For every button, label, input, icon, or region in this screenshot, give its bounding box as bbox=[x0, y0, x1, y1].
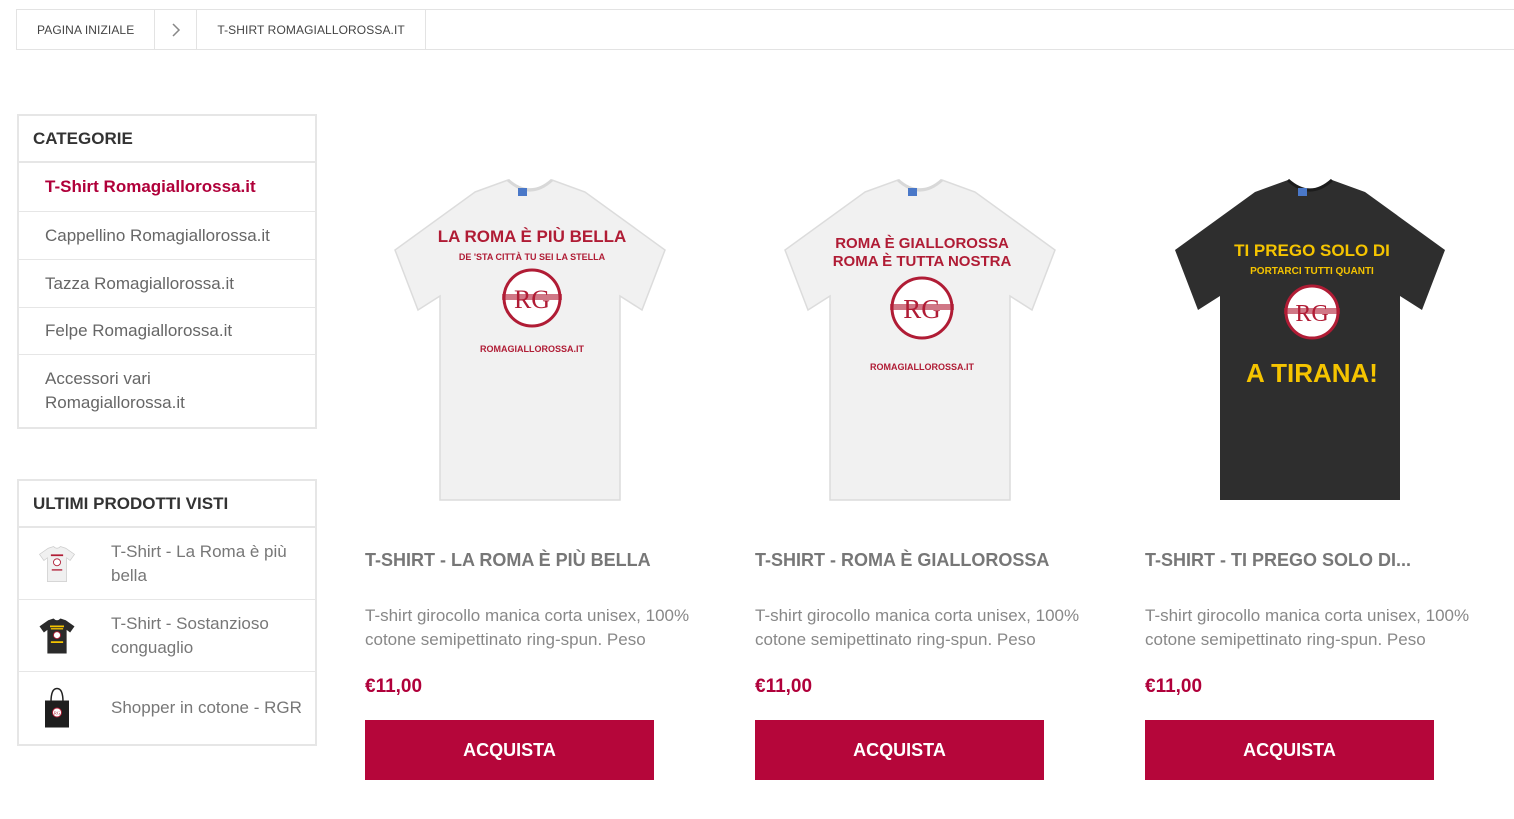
product-price: €11,00 bbox=[365, 676, 423, 697]
print-line1: ROMA È GIALLOROSSA bbox=[835, 235, 1009, 252]
product-title[interactable]: T-SHIRT - LA ROMA È PIÙ BELLA bbox=[365, 550, 651, 571]
product-image[interactable]: TI PREGO SOLO DI PORTARCI TUTTI QUANTI R… bbox=[1145, 160, 1505, 520]
print-line2: DE 'STA CITTÀ TU SEI LA STELLA bbox=[459, 252, 606, 262]
product-card: TI PREGO SOLO DI PORTARCI TUTTI QUANTI R… bbox=[1145, 160, 1505, 780]
svg-text:RG: RG bbox=[54, 710, 61, 715]
category-item-accessori[interactable]: Accessori vari Romagiallorossa.it bbox=[19, 355, 315, 427]
breadcrumb: PAGINA INIZIALE T-SHIRT ROMAGIALLOROSSA.… bbox=[16, 9, 1514, 50]
print-footer: ROMAGIALLOROSSA.IT bbox=[480, 344, 584, 354]
buy-button[interactable]: ACQUISTA bbox=[365, 720, 654, 780]
product-title[interactable]: T-SHIRT - ROMA È GIALLOROSSA bbox=[755, 550, 1049, 571]
print-line2: ROMA È TUTTA NOSTRA bbox=[833, 253, 1012, 270]
recent-products-title: ULTIMI PRODOTTI VISTI bbox=[19, 481, 315, 528]
print-footer: ROMAGIALLOROSSA.IT bbox=[870, 362, 974, 372]
product-description: T-shirt girocollo manica corta unisex, 1… bbox=[1145, 606, 1470, 649]
print-line2: PORTARCI TUTTI QUANTI bbox=[1250, 266, 1374, 277]
product-description: T-shirt girocollo manica corta unisex, 1… bbox=[365, 606, 690, 649]
breadcrumb-home-link[interactable]: PAGINA INIZIALE bbox=[17, 10, 156, 49]
product-image[interactable]: ROMA È GIALLOROSSA ROMA È TUTTA NOSTRA R… bbox=[755, 160, 1115, 520]
product-title[interactable]: T-SHIRT - TI PREGO SOLO DI... bbox=[1145, 550, 1411, 571]
buy-button[interactable]: ACQUISTA bbox=[755, 720, 1044, 780]
black-tshirt-thumbnail[interactable] bbox=[33, 606, 81, 666]
product-card: LA ROMA È PIÙ BELLA DE 'STA CITTÀ TU SEI… bbox=[365, 160, 725, 780]
recent-item-name[interactable]: Shopper in cotone - RGR bbox=[111, 696, 307, 720]
recent-item-name[interactable]: T-Shirt - Sostanzioso conguaglio bbox=[111, 612, 307, 660]
breadcrumb-current: T-SHIRT ROMAGIALLOROSSA.IT bbox=[197, 10, 426, 49]
buy-button[interactable]: ACQUISTA bbox=[1145, 720, 1434, 780]
product-price: €11,00 bbox=[755, 676, 813, 697]
print-footer: A TIRANA! bbox=[1246, 358, 1378, 388]
category-item-tazza[interactable]: Tazza Romagiallorossa.it bbox=[19, 260, 315, 308]
recent-products-box: ULTIMI PRODOTTI VISTI T-Shirt - La Roma … bbox=[17, 479, 317, 746]
category-item-felpe[interactable]: Felpe Romagiallorossa.it bbox=[19, 308, 315, 355]
black-shopper-bag-thumbnail[interactable]: RG bbox=[33, 678, 81, 738]
product-price: €11,00 bbox=[1145, 676, 1203, 697]
recent-item-name[interactable]: T-Shirt - La Roma è più bella bbox=[111, 540, 307, 588]
chevron-right-icon bbox=[155, 10, 198, 49]
recent-item[interactable]: T-Shirt - Sostanzioso conguaglio bbox=[19, 600, 315, 672]
category-item-tshirt[interactable]: T-Shirt Romagiallorossa.it bbox=[19, 163, 315, 212]
category-item-cappellino[interactable]: Cappellino Romagiallorossa.it bbox=[19, 212, 315, 260]
recent-item[interactable]: T-Shirt - La Roma è più bella bbox=[19, 528, 315, 600]
print-line1: LA ROMA È PIÙ BELLA bbox=[438, 227, 627, 246]
categories-box: CATEGORIE T-Shirt Romagiallorossa.it Cap… bbox=[17, 114, 317, 429]
categories-title: CATEGORIE bbox=[19, 116, 315, 163]
white-tshirt-thumbnail[interactable] bbox=[33, 534, 81, 594]
product-card: ROMA È GIALLOROSSA ROMA È TUTTA NOSTRA R… bbox=[755, 160, 1115, 780]
product-description: T-shirt girocollo manica corta unisex, 1… bbox=[755, 606, 1080, 649]
recent-item[interactable]: RG Shopper in cotone - RGR bbox=[19, 672, 315, 744]
print-line1: TI PREGO SOLO DI bbox=[1234, 241, 1390, 260]
product-image[interactable]: LA ROMA È PIÙ BELLA DE 'STA CITTÀ TU SEI… bbox=[365, 160, 725, 520]
